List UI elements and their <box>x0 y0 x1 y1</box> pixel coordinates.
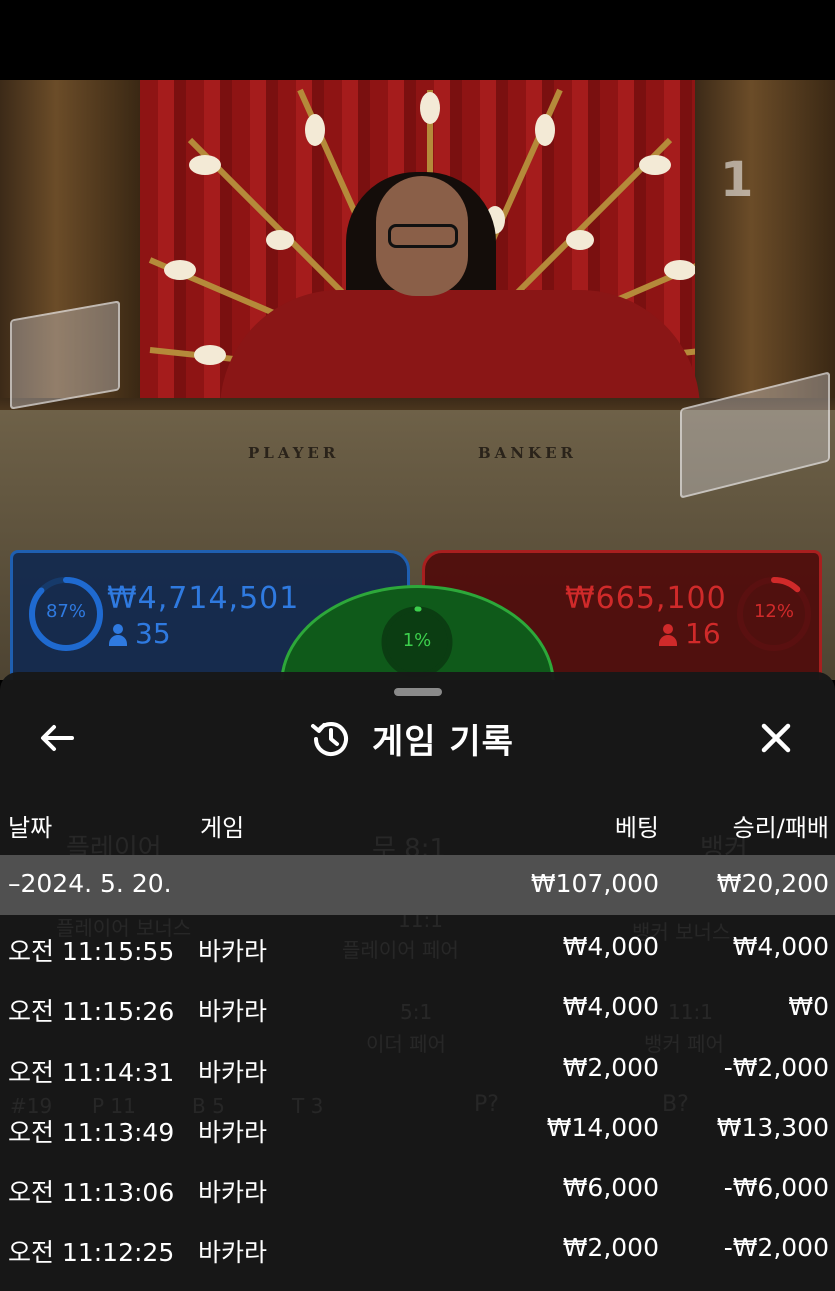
row-bet: ₩2,000 <box>562 1052 659 1082</box>
player-count-value: 35 <box>135 617 171 650</box>
row-game: 바카라 <box>198 1057 268 1087</box>
banker-percent: 12% <box>753 601 794 622</box>
row-game: 바카라 <box>198 1117 268 1147</box>
date-group-label: –2024. 5. 20. <box>8 869 172 898</box>
row-win-loss: ₩4,000 <box>732 932 829 961</box>
close-button[interactable] <box>752 714 800 762</box>
row-win-loss: ₩13,300 <box>716 1112 829 1142</box>
row-game: 바카라 <box>198 937 268 966</box>
history-row[interactable]: 오전 11:15:55 바카라 ₩4,000 ₩4,000 <box>0 918 835 978</box>
table-number: 1 <box>720 152 754 208</box>
column-header-bet: 베팅 <box>614 814 659 842</box>
column-header-game: 게임 <box>200 814 245 842</box>
column-header-date: 날짜 <box>8 814 53 842</box>
date-group-bet-total: ₩107,000 <box>530 869 659 898</box>
row-bet: ₩4,000 <box>562 992 659 1022</box>
row-time: 오전 11:15:55 <box>8 937 175 966</box>
tie-percent: 1% <box>402 630 432 651</box>
game-history-sheet: 플레이어 무 8:1 뱅커 플레이어 보너스 11:1 플레이어 페어 뱅커 보… <box>0 672 835 1291</box>
history-row[interactable]: 오전 11:15:26 바카라 ₩4,000 ₩0 <box>0 978 835 1038</box>
history-row[interactable]: 오전 11:12:25 바카라 ₩2,000 -₩2,000 <box>0 1219 835 1279</box>
close-icon <box>761 723 791 753</box>
table-label-player: PLAYER <box>248 444 340 462</box>
title-group: 게임 기록 <box>310 714 514 762</box>
row-time: 오전 11:14:31 <box>8 1057 175 1087</box>
row-game: 바카라 <box>198 1178 268 1208</box>
row-win-loss: -₩2,000 <box>723 1233 829 1263</box>
player-bettor-count: 35 <box>109 617 171 650</box>
column-header-win-loss: 승리/패배 <box>732 814 829 842</box>
date-group-win-loss-total: ₩20,200 <box>716 869 829 898</box>
row-game: 바카라 <box>198 997 268 1027</box>
history-list: 오전 11:15:55 바카라 ₩4,000 ₩4,000 오전 11:15:2… <box>0 918 835 1280</box>
row-time: 오전 11:15:26 <box>8 997 175 1027</box>
history-row[interactable]: 오전 11:14:31 바카라 ₩2,000 -₩2,000 <box>0 1039 835 1099</box>
person-icon <box>659 624 677 646</box>
history-row[interactable]: 오전 11:13:49 바카라 ₩14,000 ₩13,300 <box>0 1099 835 1159</box>
table-header: 날짜 게임 베팅 승리/패배 <box>0 808 835 844</box>
row-bet: ₩2,000 <box>562 1233 659 1263</box>
page-title: 게임 기록 <box>372 721 514 762</box>
history-clock-icon <box>311 722 348 756</box>
status-bar <box>0 0 835 80</box>
back-arrow-icon <box>41 725 74 751</box>
player-percent: 87% <box>45 601 86 622</box>
date-group-row[interactable]: –2024. 5. 20. ₩107,000 ₩20,200 <box>0 855 835 915</box>
banker-bet-amount: ₩665,100 <box>565 581 727 616</box>
row-bet: ₩4,000 <box>562 932 659 961</box>
row-bet: ₩14,000 <box>546 1112 659 1142</box>
banker-count-value: 16 <box>685 617 721 650</box>
player-bet-amount: ₩4,714,501 <box>107 581 300 616</box>
back-button[interactable] <box>34 716 82 760</box>
person-icon <box>109 624 127 646</box>
dealer-glasses <box>388 224 458 248</box>
history-row[interactable]: 오전 11:13:06 바카라 ₩6,000 -₩6,000 <box>0 1159 835 1219</box>
row-win-loss: ₩0 <box>788 992 829 1022</box>
row-time: 오전 11:12:25 <box>8 1238 175 1268</box>
table-label-banker: BANKER <box>478 444 577 462</box>
row-game: 바카라 <box>198 1238 268 1268</box>
row-win-loss: -₩2,000 <box>723 1052 829 1082</box>
drag-handle[interactable] <box>394 688 442 696</box>
row-bet: ₩6,000 <box>562 1173 659 1203</box>
live-video-feed: 1 PLAYER BANKER 87% ₩4,714,501 35 ₩665,1… <box>0 80 835 680</box>
row-win-loss: -₩6,000 <box>723 1173 829 1203</box>
sheet-header: 게임 기록 <box>0 708 835 768</box>
banker-bettor-count: 16 <box>659 617 721 650</box>
row-time: 오전 11:13:06 <box>8 1178 175 1208</box>
row-time: 오전 11:13:49 <box>8 1117 175 1147</box>
